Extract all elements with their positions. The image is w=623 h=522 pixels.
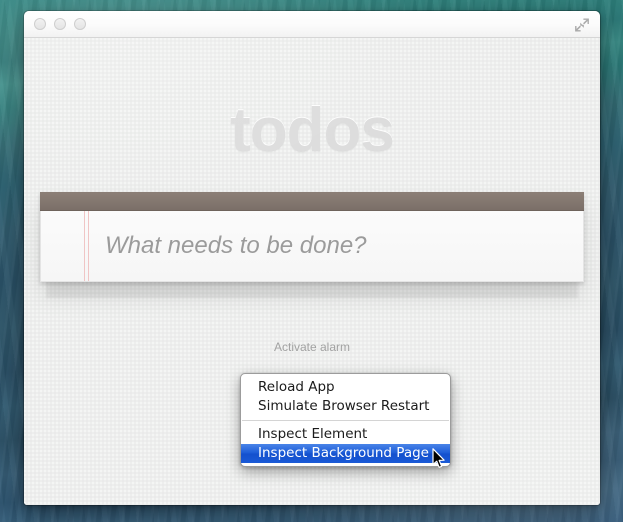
app-content: todos What needs to be done? Activate al… [24,38,600,505]
menu-item-inspect-background-page[interactable]: Inspect Background Page [241,444,450,463]
desktop-wallpaper: todos What needs to be done? Activate al… [0,0,623,522]
close-button[interactable] [34,18,46,30]
new-todo-card: What needs to be done? [40,192,584,282]
menu-separator [242,420,449,421]
todo-card-topbar [40,192,584,211]
app-window: todos What needs to be done? Activate al… [24,11,600,505]
margin-rule-left [84,211,85,281]
page-title: todos [24,38,600,162]
new-todo-placeholder: What needs to be done? [105,211,367,281]
context-menu[interactable]: Reload App Simulate Browser Restart Insp… [240,373,451,467]
menu-item-simulate-browser-restart[interactable]: Simulate Browser Restart [241,397,450,416]
zoom-button[interactable] [74,18,86,30]
new-todo-input[interactable]: What needs to be done? [40,211,584,282]
fullscreen-expand-icon[interactable] [573,16,591,34]
margin-rule-right [88,211,89,281]
minimize-button[interactable] [54,18,66,30]
window-titlebar[interactable] [24,11,600,38]
activate-alarm-label[interactable]: Activate alarm [24,340,600,354]
menu-item-inspect-element[interactable]: Inspect Element [241,425,450,444]
menu-item-reload-app[interactable]: Reload App [241,378,450,397]
traffic-lights [34,18,86,30]
